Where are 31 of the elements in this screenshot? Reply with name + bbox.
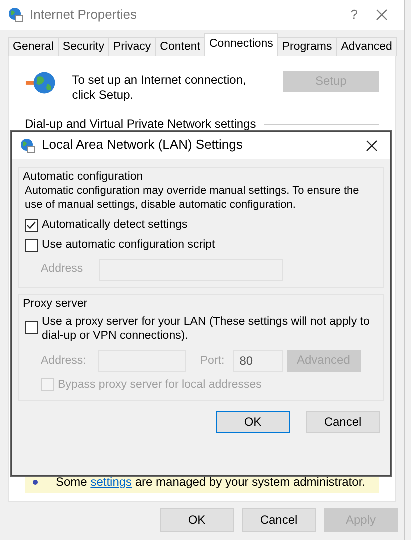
description-text: Automatic configuration may override manual settings. To ensure the use of manual settings, disable automatic configuration.	[25, 185, 360, 213]
admin-notice: Some settings are managed by your system administrator.	[56, 475, 366, 490]
tab[interactable]: General	[8, 36, 59, 56]
section-heading: Dial-up and Virtual Private Network settings	[25, 117, 256, 132]
field-label: Port:	[200, 354, 225, 368]
tab[interactable]: Advanced	[336, 36, 398, 56]
close-icon[interactable]	[366, 140, 378, 152]
field-label: Address:	[41, 354, 86, 368]
dialog-button[interactable]: Cancel	[306, 411, 380, 434]
group-heading: Automatic configuration	[23, 170, 144, 184]
dialog-button[interactable]: Cancel	[242, 508, 316, 532]
settings-link[interactable]: settings	[90, 475, 132, 489]
group-heading: Proxy server	[23, 296, 89, 311]
tab[interactable]: Connections	[204, 32, 278, 56]
globe-icon	[8, 7, 24, 23]
checkbox[interactable]	[25, 218, 38, 232]
checkbox-label[interactable]: Automatically detect settings	[42, 218, 188, 232]
checkbox-label[interactable]: Use automatic configuration script	[42, 238, 216, 253]
globe-icon	[25, 70, 56, 96]
checkbox[interactable]	[25, 238, 38, 252]
checkbox[interactable]	[25, 321, 38, 334]
setup-instructions: To set up an Internet connection, click Setup.	[72, 73, 248, 103]
window-title: Internet Properties	[30, 6, 138, 24]
checkbox-label[interactable]: Use a proxy server for your LAN (These settings will not apply to dial-up or VPN connections).	[42, 315, 377, 344]
globe-icon	[20, 138, 36, 154]
dialog-button[interactable]: OK	[160, 508, 234, 532]
dialog-title: Local Area Network (LAN) Settings	[42, 137, 244, 154]
help-button[interactable]: ?	[338, 6, 370, 24]
dialog-button[interactable]: OK	[216, 411, 290, 434]
info-icon	[33, 480, 38, 485]
field-label: Address	[41, 262, 84, 277]
